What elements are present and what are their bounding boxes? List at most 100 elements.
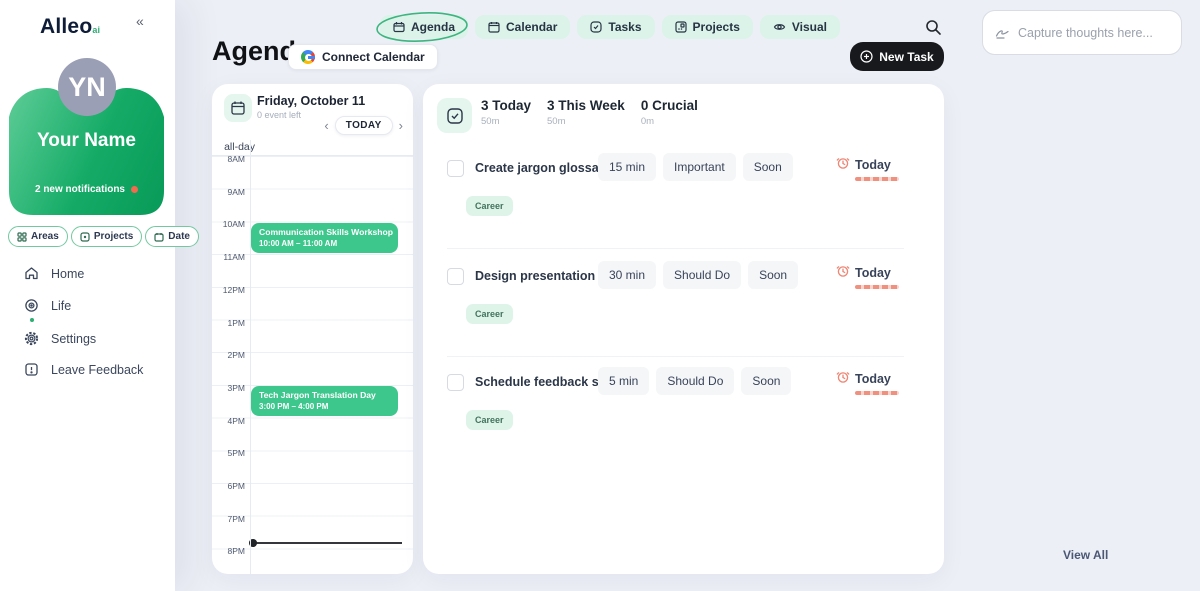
summary-today-count: 3 Today [481, 98, 531, 113]
calendar-day-grid[interactable]: 8AM 9AM 10AM 11AM 12PM 1PM 2PM 3PM 4PM 5… [212, 156, 413, 574]
summary-today-minutes: 50m [481, 116, 531, 127]
today-button[interactable]: TODAY [335, 116, 393, 135]
event-time: 10:00 AM – 11:00 AM [259, 239, 390, 248]
hour-label: 5PM [212, 448, 245, 458]
task-title[interactable]: Create jargon glossary [475, 161, 610, 175]
tab-projects-label: Projects [693, 20, 740, 34]
sidebar-item-home[interactable]: Home [24, 266, 84, 281]
event-time: 3:00 PM – 4:00 PM [259, 402, 390, 411]
tasks-tab-icon [590, 21, 602, 33]
tab-visual-label: Visual [792, 20, 827, 34]
sidebar-item-life[interactable]: Life [24, 298, 71, 313]
next-day-icon[interactable]: › [399, 119, 403, 132]
duration-badge[interactable]: 30 min [598, 261, 656, 289]
notifications-link[interactable]: 2 new notifications [9, 184, 164, 195]
calendar-event[interactable]: Communication Skills Workshop 10:00 AM –… [251, 223, 398, 253]
filter-date-label: Date [168, 231, 190, 242]
sidebar-collapse-icon[interactable]: « [136, 13, 144, 29]
view-all-link[interactable]: View All [1063, 548, 1108, 562]
priority-badge[interactable]: Important [663, 153, 736, 181]
due-date-label: Today [855, 372, 891, 386]
notifications-text: 2 new notifications [35, 184, 125, 195]
current-time-indicator [251, 542, 402, 544]
priority-badge[interactable]: Should Do [656, 367, 734, 395]
tab-agenda[interactable]: Agenda [380, 15, 468, 39]
urgency-badge[interactable]: Soon [743, 153, 793, 181]
duration-badge[interactable]: 5 min [598, 367, 649, 395]
areas-icon [17, 232, 27, 242]
hour-label: 4PM [212, 416, 245, 426]
life-indicator-dot [30, 318, 34, 322]
hour-label: 11AM [212, 252, 245, 262]
urgency-badge[interactable]: Soon [748, 261, 798, 289]
task-tag[interactable]: Career [466, 196, 513, 216]
sidebar-item-feedback-label: Leave Feedback [51, 363, 143, 377]
main-tabs: Agenda Calendar Tasks Projects Visual [380, 15, 840, 39]
task-tag[interactable]: Career [466, 304, 513, 324]
home-icon [24, 266, 39, 281]
scribble-pen-icon [995, 27, 1010, 39]
sidebar-item-life-label: Life [51, 299, 71, 313]
due-date[interactable]: Today [836, 370, 899, 395]
due-date-label: Today [855, 158, 891, 172]
visual-tab-icon [773, 21, 786, 33]
google-icon [301, 50, 315, 64]
projects-icon [80, 232, 90, 242]
calendar-date-title: Friday, October 11 [257, 94, 365, 108]
connect-calendar-button[interactable]: Connect Calendar [288, 44, 438, 70]
due-date[interactable]: Today [836, 264, 899, 289]
life-target-icon [24, 298, 39, 313]
user-name: Your Name [9, 130, 164, 152]
tab-calendar[interactable]: Calendar [475, 15, 570, 39]
events-left-text: 0 event left [257, 110, 301, 120]
tab-calendar-label: Calendar [506, 20, 557, 34]
alarm-clock-icon [836, 264, 850, 278]
due-date[interactable]: Today [836, 156, 899, 181]
task-separator [447, 356, 904, 357]
event-title: Communication Skills Workshop [259, 227, 390, 237]
search-icon[interactable] [925, 19, 942, 36]
tab-tasks-label: Tasks [608, 20, 641, 34]
hour-label: 2PM [212, 350, 245, 360]
task-checkbox[interactable] [447, 160, 464, 177]
alarm-clock-icon [836, 156, 850, 170]
hour-label: 6PM [212, 481, 245, 491]
task-checkbox[interactable] [447, 374, 464, 391]
task-badges: 30 min Should Do Soon [598, 261, 798, 289]
summary-crucial: 0 Crucial 0m [641, 98, 698, 127]
task-badges: 5 min Should Do Soon [598, 367, 791, 395]
urgency-badge[interactable]: Soon [741, 367, 791, 395]
avatar[interactable]: YN [58, 58, 116, 116]
notification-dot-icon [131, 186, 138, 193]
sidebar-item-settings[interactable]: Settings [24, 331, 96, 346]
hour-label: 1PM [212, 318, 245, 328]
task-separator [447, 248, 904, 249]
summary-week-count: 3 This Week [547, 98, 625, 113]
duration-badge[interactable]: 15 min [598, 153, 656, 181]
new-task-button[interactable]: New Task [850, 42, 944, 71]
filter-projects[interactable]: Projects [71, 226, 142, 247]
task-badges: 15 min Important Soon [598, 153, 793, 181]
prev-day-icon[interactable]: ‹ [324, 119, 328, 132]
filter-areas-label: Areas [31, 231, 59, 242]
calendar-event[interactable]: Tech Jargon Translation Day 3:00 PM – 4:… [251, 386, 398, 416]
tab-visual[interactable]: Visual [760, 15, 840, 39]
feedback-icon [24, 362, 39, 377]
gear-icon [24, 331, 39, 346]
filter-date[interactable]: Date [145, 226, 199, 247]
hour-label: 7PM [212, 514, 245, 524]
logo-suffix: ai [92, 25, 100, 35]
tab-tasks[interactable]: Tasks [577, 15, 654, 39]
sidebar-item-feedback[interactable]: Leave Feedback [24, 362, 143, 377]
task-tag[interactable]: Career [466, 410, 513, 430]
capture-thoughts-input[interactable] [1018, 26, 1168, 40]
task-checkbox[interactable] [447, 268, 464, 285]
tab-projects[interactable]: Projects [662, 15, 753, 39]
priority-badge[interactable]: Should Do [663, 261, 741, 289]
summary-week-minutes: 50m [547, 116, 625, 127]
capture-thoughts-box[interactable] [982, 10, 1182, 55]
hour-label: 9AM [212, 187, 245, 197]
due-underline [855, 391, 899, 395]
filter-areas[interactable]: Areas [8, 226, 68, 247]
sidebar-item-settings-label: Settings [51, 332, 96, 346]
